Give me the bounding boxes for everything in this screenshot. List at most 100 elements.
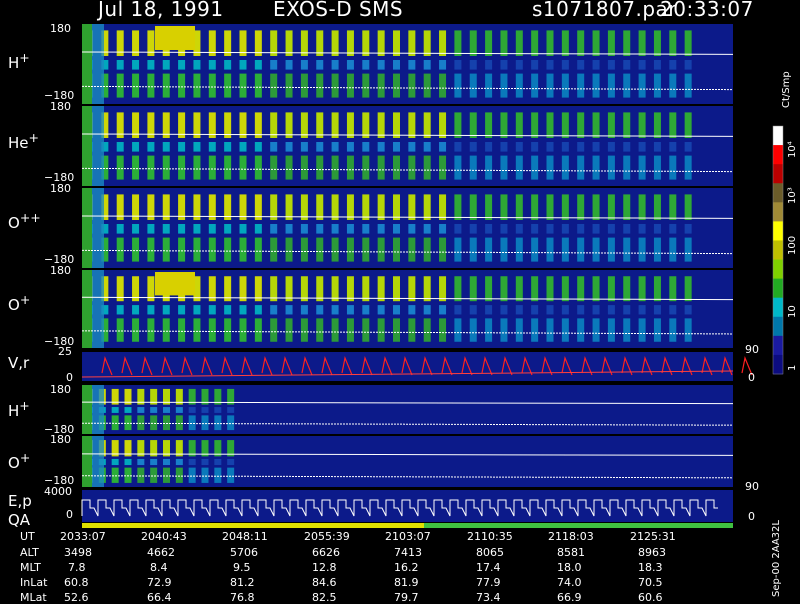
spectrogram-burst <box>175 407 183 413</box>
spectrogram-burst <box>653 194 661 220</box>
spectrogram-burst <box>423 142 431 152</box>
colorbar-segment <box>773 126 783 146</box>
spectrogram-burst <box>408 142 416 152</box>
spectrogram-burst <box>132 60 140 70</box>
spectrogram-burst <box>300 155 308 180</box>
spectrogram-burst <box>423 276 431 302</box>
spectrogram-edge <box>92 24 104 104</box>
spectrogram-burst <box>669 224 677 234</box>
spectrogram-burst <box>423 112 431 138</box>
spectrogram-burst <box>270 73 278 98</box>
spectrogram-burst <box>546 73 554 98</box>
spectrogram-burst <box>227 467 235 483</box>
spectrogram-burst <box>270 60 278 70</box>
spectrogram-burst <box>423 73 431 98</box>
spectrogram-burst <box>577 142 585 152</box>
colorbar-segment <box>773 240 783 261</box>
spectrogram-edge <box>82 106 92 186</box>
spectrogram-burst <box>485 318 493 342</box>
spectrogram-burst <box>316 60 324 70</box>
spectrogram-edge <box>92 270 104 348</box>
spectrogram-burst <box>316 142 324 152</box>
processing-stamp: Sep-00 2AA32L <box>771 520 782 597</box>
ephem-inlat-7: 74.0 <box>557 576 582 589</box>
spectrogram-burst <box>592 224 600 234</box>
spectrogram-burst <box>377 30 385 56</box>
spectrogram-burst <box>561 155 569 180</box>
spectrogram-burst <box>331 73 339 98</box>
spectrogram-burst <box>469 318 477 342</box>
spectrogram-burst <box>393 305 400 315</box>
header-time: 20:33:07 <box>660 0 754 21</box>
spectrogram-burst <box>577 73 585 98</box>
spectrogram-burst <box>362 194 370 220</box>
y-tick-o-max: 180 <box>50 264 71 277</box>
spectrogram-burst <box>546 194 554 220</box>
spectrogram-burst <box>285 224 293 234</box>
spectrogram-burst <box>653 318 661 342</box>
spectrogram-burst <box>316 318 324 342</box>
colorbar-segment <box>773 335 783 356</box>
ephem-ut-1: 2033:07 <box>60 530 106 543</box>
spectrogram-burst <box>638 73 646 98</box>
spectrogram-burst <box>485 73 493 98</box>
spectrogram-burst <box>227 407 235 413</box>
spectrogram-burst <box>454 224 462 234</box>
spectrogram-burst <box>546 112 554 138</box>
spectrogram-burst <box>546 224 554 234</box>
spectrogram-burst <box>561 73 569 98</box>
spectrogram-edge <box>92 436 104 487</box>
spectrogram-burst <box>577 224 585 234</box>
spectrogram-burst <box>684 73 692 98</box>
spectrogram-burst <box>623 194 631 220</box>
spectrogram-burst <box>285 73 293 98</box>
spectrogram-burst <box>362 237 370 262</box>
spectrogram-burst <box>214 407 222 413</box>
spectrogram-burst <box>500 224 508 234</box>
spectrogram-burst <box>515 112 523 138</box>
spectrogram-burst <box>132 155 140 180</box>
spectrogram-burst <box>239 73 247 98</box>
spectrogram-burst <box>485 305 493 315</box>
right-tick-vr-min: 0 <box>748 371 755 384</box>
spectrogram-burst <box>439 60 447 70</box>
spectrogram-burst <box>178 73 186 98</box>
spectrogram-burst <box>669 60 677 70</box>
right-tick-ep-min: 0 <box>748 510 755 523</box>
spectrogram-burst <box>469 237 477 262</box>
spectrogram-burst <box>377 60 385 70</box>
qa-bar-green <box>424 523 733 528</box>
ephem-label-mlat: MLat <box>20 591 47 604</box>
spectrogram-burst <box>469 112 477 138</box>
spectrogram-burst <box>331 155 339 180</box>
spectrogram-burst <box>377 194 385 220</box>
spectrogram-burst <box>531 142 539 152</box>
spectrogram-burst <box>485 276 493 302</box>
spectrogram-burst <box>469 73 477 98</box>
spectrogram-burst <box>653 60 661 70</box>
spectrogram-burst <box>638 305 646 315</box>
spectrogram-burst <box>469 276 477 302</box>
spectrogram-burst <box>377 155 385 180</box>
header-title: EXOS-D SMS <box>273 0 404 21</box>
spectrogram-burst <box>116 318 124 342</box>
spectrogram-burst <box>393 155 400 180</box>
spectrogram-burst <box>147 73 155 98</box>
spectrogram-burst <box>531 30 539 56</box>
spectrogram-burst <box>592 142 600 152</box>
spectrogram-burst <box>607 224 615 234</box>
spectrogram-burst <box>331 142 339 152</box>
spectrogram-burst <box>577 112 585 138</box>
spectrogram-burst <box>178 155 186 180</box>
ephem-alt-2: 4662 <box>147 546 175 559</box>
spectrogram-burst <box>485 155 493 180</box>
spectrogram-burst <box>684 224 692 234</box>
spectrogram-edge <box>82 188 92 268</box>
spectrogram-burst <box>254 224 262 234</box>
spectrogram-burst <box>270 155 278 180</box>
spectrogram-burst <box>254 305 262 315</box>
spectrogram-burst <box>178 142 186 152</box>
spectrogram-burst <box>178 318 186 342</box>
colorbar-segment <box>773 164 783 184</box>
spectrogram-burst <box>147 305 155 315</box>
